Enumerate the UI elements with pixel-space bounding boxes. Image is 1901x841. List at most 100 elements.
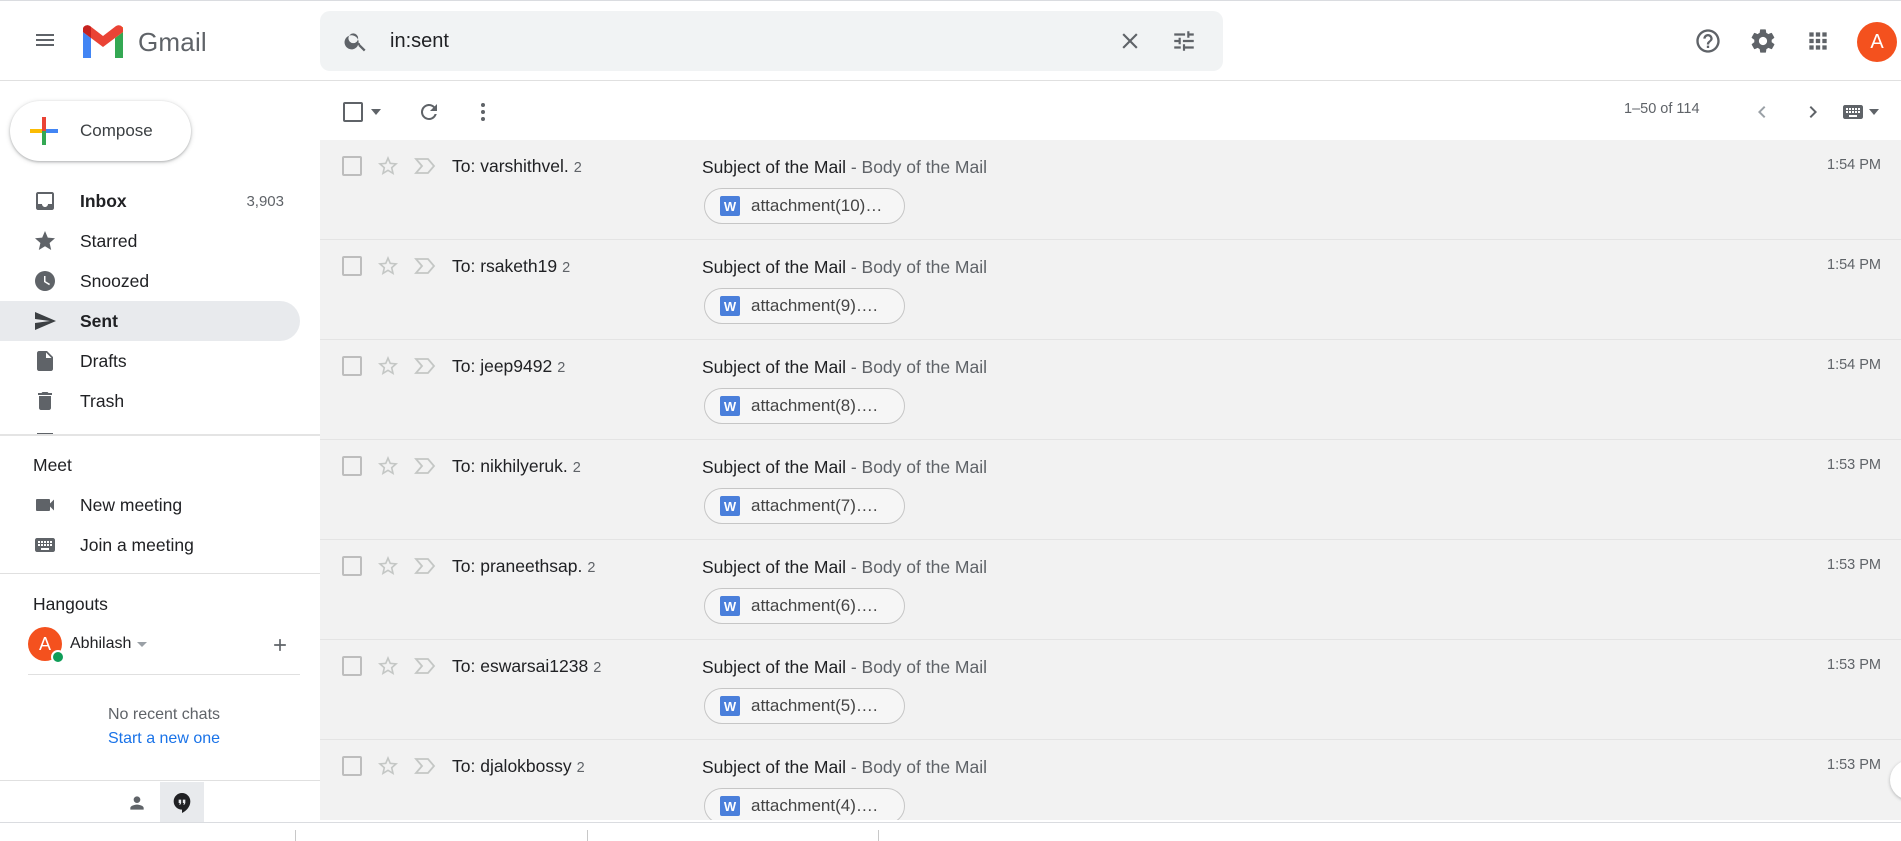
sidebar-item-trash[interactable]: Trash [0, 381, 300, 421]
email-row[interactable]: To: jeep9492 2 Subject of the Mail - Body… [320, 340, 1901, 440]
importance-marker-icon[interactable] [414, 256, 436, 276]
strip-divider [295, 830, 296, 841]
search-button[interactable] [334, 19, 378, 63]
row-checkbox[interactable] [342, 656, 362, 676]
sidebar-item-starred[interactable]: Starred [0, 221, 300, 261]
recipient: To: djalokbossy 2 [452, 756, 585, 777]
list-toolbar: 1–50 of 114 [320, 82, 1901, 140]
importance-marker-icon[interactable] [414, 356, 436, 376]
join-meeting-label: Join a meeting [80, 535, 194, 555]
inbox-icon [36, 192, 54, 210]
person-icon [130, 796, 144, 810]
importance-marker-icon[interactable] [414, 756, 436, 776]
hangouts-avatar-letter: A [38, 633, 51, 654]
pagination-range: 1–50 of 114 [1624, 101, 1700, 117]
star-outline-icon[interactable] [376, 354, 400, 378]
star-outline-icon[interactable] [376, 754, 400, 778]
email-row[interactable]: To: nikhilyeruk. 2 Subject of the Mail - … [320, 440, 1901, 540]
attachment-name: attachment(9)…. [751, 296, 878, 315]
trash-icon [38, 392, 52, 410]
email-row[interactable]: To: varshithvel. 2 Subject of the Mail - … [320, 140, 1901, 240]
importance-marker-icon[interactable] [414, 656, 436, 676]
contacts-tab-button[interactable] [115, 782, 159, 824]
thread-count: 2 [572, 460, 581, 476]
select-all-checkbox[interactable] [340, 99, 384, 125]
attachment-chip[interactable]: W attachment(6)…. [704, 588, 905, 624]
account-avatar[interactable]: A [1857, 22, 1897, 62]
email-time: 1:53 PM [1827, 657, 1881, 673]
nav-scroll-divider [0, 434, 320, 436]
star-outline-icon[interactable] [376, 154, 400, 178]
more-actions-button[interactable] [466, 95, 500, 129]
input-tools-button[interactable] [1830, 95, 1890, 129]
attachment-chip[interactable]: W attachment(8)…. [704, 388, 905, 424]
online-status-dot [51, 650, 65, 664]
clear-search-button[interactable] [1108, 19, 1152, 63]
email-time: 1:53 PM [1827, 557, 1881, 573]
hangouts-section-title: Hangouts [33, 594, 108, 614]
recipient-name: To: eswarsai1238 [452, 656, 589, 676]
apps-button[interactable] [1797, 20, 1839, 62]
sidebar-divider [0, 573, 320, 574]
email-row[interactable]: To: praneethsap. 2 Subject of the Mail - … [320, 540, 1901, 640]
new-chat-button[interactable] [266, 631, 294, 659]
importance-marker-icon[interactable] [414, 456, 436, 476]
hangouts-user-menu[interactable]: A Abhilash [28, 627, 148, 664]
search-icon [344, 33, 366, 52]
row-checkbox[interactable] [342, 556, 362, 576]
star-outline-icon[interactable] [376, 254, 400, 278]
refresh-button[interactable] [412, 95, 446, 129]
importance-marker-icon[interactable] [414, 556, 436, 576]
email-row[interactable]: To: rsaketh19 2 Subject of the Mail - Bod… [320, 240, 1901, 340]
email-row[interactable]: To: eswarsai1238 2 Subject of the Mail - … [320, 640, 1901, 740]
row-checkbox[interactable] [342, 356, 362, 376]
attachment-chip[interactable]: W attachment(10)… [704, 188, 905, 224]
main-menu-button[interactable] [23, 18, 67, 62]
sidebar-item-label: Trash [80, 390, 125, 411]
row-checkbox[interactable] [342, 756, 362, 776]
search-input[interactable] [390, 23, 1090, 59]
chevron-left-icon [1758, 106, 1766, 118]
attachment-chip[interactable]: W attachment(9)…. [704, 288, 905, 324]
star-outline-icon[interactable] [376, 454, 400, 478]
help-button[interactable] [1687, 20, 1729, 62]
attachment-chip[interactable]: W attachment(4)…. [704, 788, 905, 820]
compose-label: Compose [80, 121, 153, 140]
search-options-button[interactable] [1162, 19, 1206, 63]
subject-line: Subject of the Mail - Body of the Mail [702, 257, 987, 278]
clear-icon [1122, 33, 1138, 49]
recipient: To: praneethsap. 2 [452, 556, 595, 577]
search-bar [320, 11, 1223, 71]
strip-divider [587, 830, 588, 841]
attachment-chip[interactable]: W attachment(7)…. [704, 488, 905, 524]
word-doc-icon: W [720, 196, 740, 216]
star-outline-icon[interactable] [376, 654, 400, 678]
row-checkbox[interactable] [342, 456, 362, 476]
star-outline-icon[interactable] [376, 554, 400, 578]
row-checkbox[interactable] [342, 156, 362, 176]
word-doc-icon: W [720, 696, 740, 716]
row-checkbox[interactable] [342, 256, 362, 276]
more-vert-icon [481, 103, 485, 121]
new-meeting-button[interactable]: New meeting [0, 485, 300, 525]
hangouts-tab-button[interactable] [160, 782, 204, 824]
sidebar-item-inbox[interactable]: Inbox 3,903 [0, 181, 300, 221]
start-new-chat-link[interactable]: Start a new one [0, 730, 328, 748]
hangouts-icon [173, 793, 191, 813]
sidebar-item-snoozed[interactable]: Snoozed [0, 261, 300, 301]
older-page-button[interactable] [1796, 95, 1830, 129]
join-meeting-button[interactable]: Join a meeting [0, 525, 300, 565]
sidebar-item-partial[interactable] [0, 421, 300, 435]
strip-divider [878, 830, 879, 841]
email-time: 1:54 PM [1827, 357, 1881, 373]
sidebar-item-drafts[interactable]: Drafts [0, 341, 300, 381]
newer-page-button[interactable] [1745, 95, 1779, 129]
settings-button[interactable] [1742, 20, 1784, 62]
email-snippet: - Body of the Mail [845, 257, 988, 277]
attachment-chip[interactable]: W attachment(5)…. [704, 688, 905, 724]
sidebar-item-sent[interactable]: Sent [0, 301, 300, 341]
gmail-logo[interactable]: Gmail [80, 21, 207, 63]
importance-marker-icon[interactable] [414, 156, 436, 176]
email-row[interactable]: To: djalokbossy 2 Subject of the Mail - B… [320, 740, 1901, 820]
compose-button[interactable]: Compose [10, 101, 191, 161]
